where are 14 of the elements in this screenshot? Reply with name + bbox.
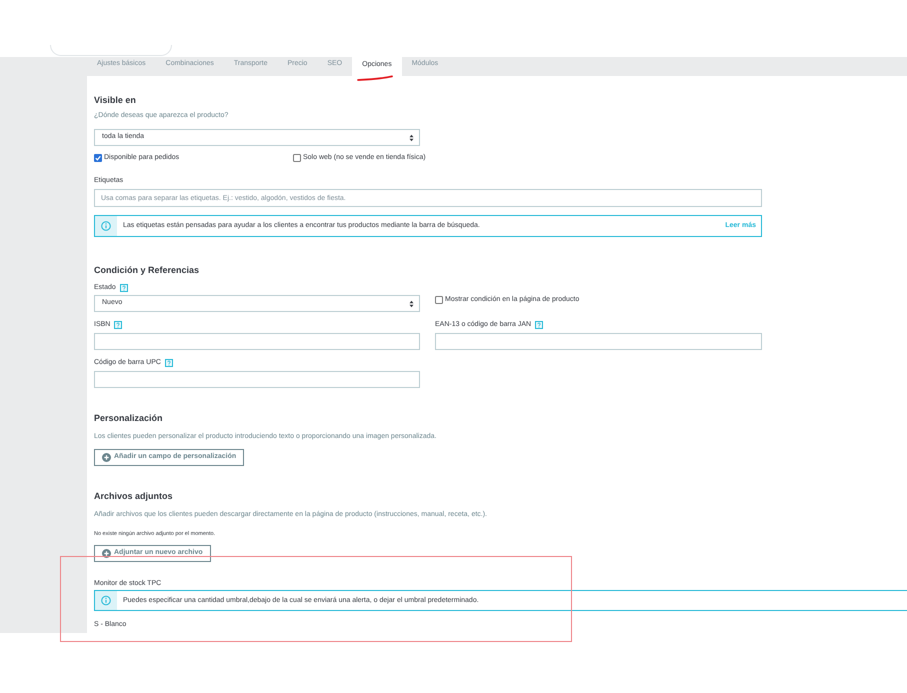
section-title: Personalización [94, 412, 163, 424]
plus-circle-icon [102, 549, 111, 558]
section-title: Archivos adjuntos [94, 490, 173, 502]
text-field[interactable] [94, 333, 420, 350]
checkbox[interactable] [435, 296, 443, 304]
text-field[interactable] [94, 371, 420, 388]
updown-caret-icon [409, 134, 414, 142]
checkbox[interactable] [293, 154, 301, 162]
text-field[interactable] [435, 333, 762, 350]
section-title: Visible en [94, 94, 136, 106]
updown-caret-icon [409, 300, 414, 308]
section-title: Condición y Referencias [94, 264, 200, 276]
underline-stroke [357, 75, 393, 81]
plus-circle-icon [102, 453, 111, 462]
